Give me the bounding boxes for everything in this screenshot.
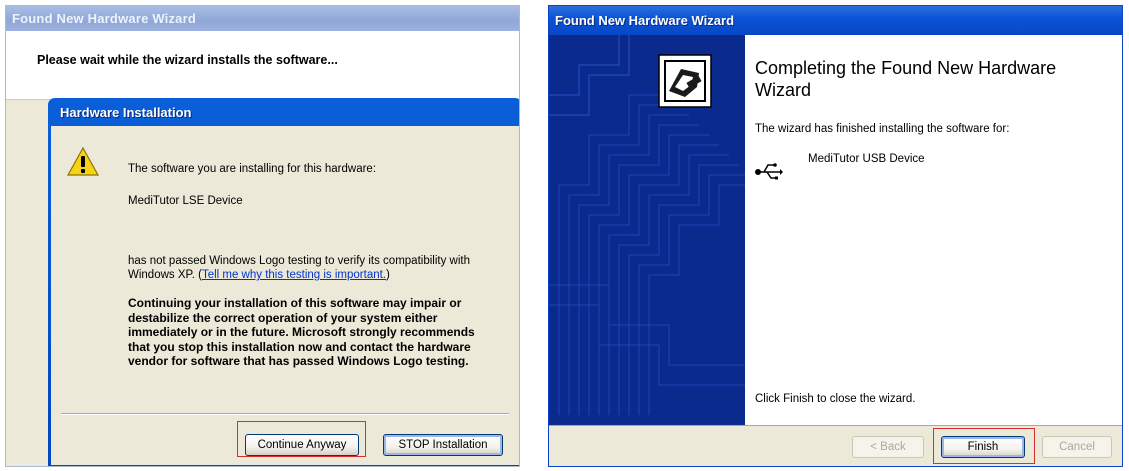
window-title-left: Found New Hardware Wizard <box>6 6 519 31</box>
warning-line1: The software you are installing for this… <box>128 163 377 175</box>
finish-button[interactable]: Finish <box>941 436 1025 458</box>
logo-testing-link[interactable]: Tell me why this testing is important. <box>202 269 386 281</box>
found-new-hardware-wizard-window-right: Found New Hardware Wizard Completing the… <box>548 5 1123 467</box>
dialog-divider <box>61 413 509 415</box>
logo-testing-paragraph: has not passed Windows Logo testing to v… <box>128 254 498 282</box>
finished-text: The wizard has finished installing the s… <box>755 123 1010 135</box>
completion-heading: Completing the Found New Hardware Wizard <box>755 58 1057 100</box>
cancel-button[interactable]: Cancel <box>1042 436 1112 458</box>
finish-hint-text: Click Finish to close the wizard. <box>755 393 916 405</box>
wizard-header-left: Please wait while the wizard installs th… <box>6 31 519 100</box>
wizard-status-text: Please wait while the wizard installs th… <box>37 53 338 67</box>
wizard-banner <box>549 35 745 425</box>
warning-device-name: MediTutor LSE Device <box>128 195 243 207</box>
usb-icon <box>755 163 783 180</box>
warning-icon <box>66 146 100 176</box>
hardware-installation-body: The software you are installing for this… <box>51 126 519 465</box>
found-new-hardware-wizard-window-left: Found New Hardware Wizard Please wait wh… <box>5 5 520 467</box>
installed-device-name: MediTutor USB Device <box>808 153 925 165</box>
hardware-installation-title: Hardware Installation <box>60 105 192 120</box>
wizard-content: Completing the Found New Hardware Wizard… <box>745 35 1122 425</box>
wizard-banner-art <box>549 35 745 425</box>
back-button[interactable]: < Back <box>852 436 924 458</box>
hardware-installation-dialog: Hardware Installation The software you a… <box>48 98 519 466</box>
stop-installation-button[interactable]: STOP Installation <box>383 434 503 456</box>
wizard-button-bar: < Back Finish Cancel <box>549 425 1122 466</box>
logo-testing-close-paren: ) <box>386 269 390 281</box>
hardware-wizard-icon <box>658 54 712 108</box>
continue-anyway-button[interactable]: Continue Anyway <box>245 434 359 456</box>
bold-warning-text: Continuing your installation of this sof… <box>128 296 475 368</box>
window-title-right: Found New Hardware Wizard <box>549 6 1122 35</box>
